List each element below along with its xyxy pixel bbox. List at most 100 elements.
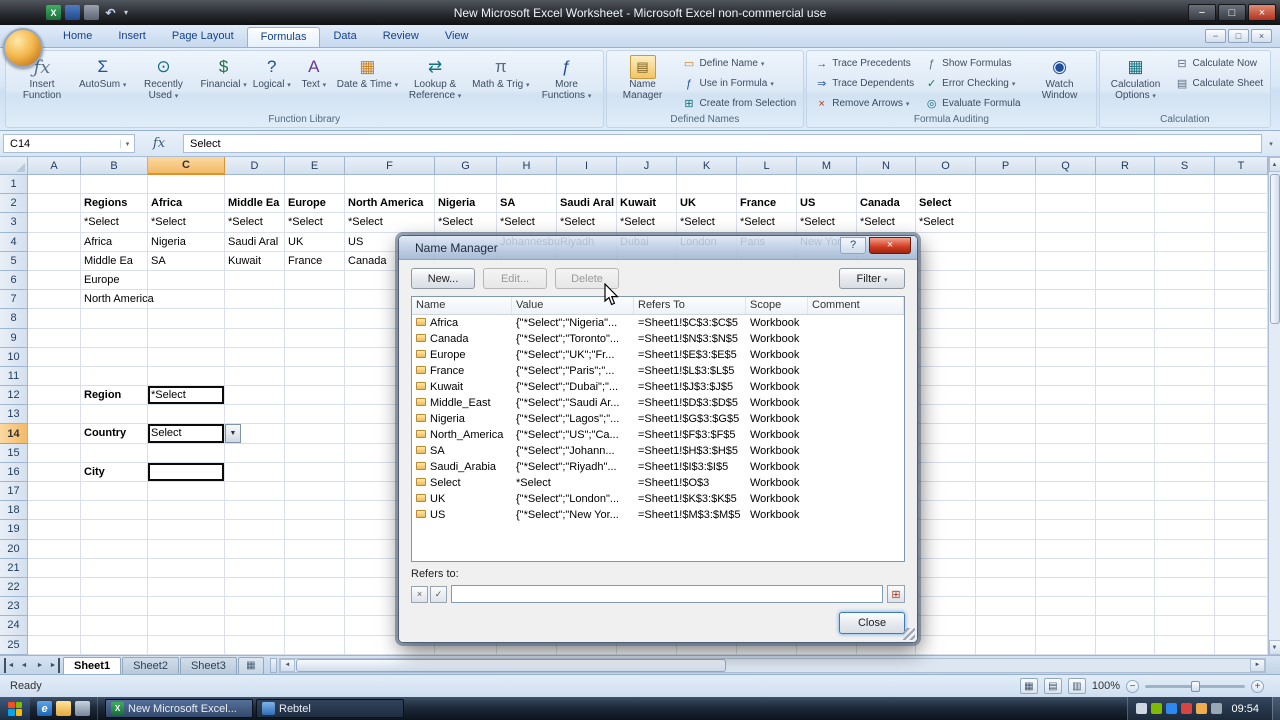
row-header-4[interactable]: 4 [0, 232, 28, 252]
name-box-caret-icon[interactable]: ▾ [120, 139, 134, 148]
tray-icon[interactable] [1151, 703, 1163, 714]
sheet-nav-first-icon[interactable]: ◄ [4, 657, 16, 673]
cell-P15[interactable] [976, 443, 1036, 463]
cell-O10[interactable] [916, 347, 976, 367]
nm-column-comment[interactable]: Comment [808, 297, 904, 314]
cell-T14[interactable] [1215, 424, 1268, 444]
cell-D25[interactable] [225, 635, 285, 655]
cell-B14[interactable]: Country [81, 424, 148, 444]
cell-T11[interactable] [1215, 366, 1268, 387]
cell-O9[interactable] [916, 328, 976, 348]
cell-R1[interactable] [1096, 175, 1155, 195]
cell-B23[interactable] [81, 597, 148, 617]
lookup-reference-button[interactable]: ⇄ Lookup & Reference ▾ [401, 53, 469, 102]
cell-P20[interactable] [976, 539, 1036, 559]
recently-used-button[interactable]: ⊙ Recently Used ▾ [129, 53, 197, 102]
cell-D16[interactable] [225, 462, 285, 482]
financial-button[interactable]: $ Financial ▾ [197, 53, 249, 91]
cell-S22[interactable] [1155, 577, 1215, 598]
column-header-D[interactable]: D [225, 157, 285, 175]
cell-S25[interactable] [1155, 635, 1215, 655]
cell-H3[interactable]: *Select [497, 213, 557, 233]
cell-T25[interactable] [1215, 635, 1268, 655]
name-manager-row-saudi_arabia[interactable]: Saudi_Arabia {"*Select";"Riyadh"... =Sheet… [412, 459, 904, 475]
column-header-S[interactable]: S [1155, 157, 1215, 175]
column-header-A[interactable]: A [28, 157, 81, 175]
cell-S2[interactable] [1155, 194, 1215, 214]
workbook-restore-button[interactable]: □ [1228, 29, 1249, 43]
cell-D18[interactable] [225, 501, 285, 521]
cell-C21[interactable] [148, 558, 225, 578]
cell-B8[interactable] [81, 309, 148, 329]
scroll-up-icon[interactable]: ▲ [1268, 157, 1280, 172]
cell-P2[interactable] [976, 194, 1036, 214]
cell-S3[interactable] [1155, 213, 1215, 233]
cell-Q7[interactable] [1036, 290, 1096, 310]
cell-T7[interactable] [1215, 290, 1268, 310]
row-header-10[interactable]: 10 [0, 347, 28, 367]
cell-S19[interactable] [1155, 520, 1215, 540]
row-header-3[interactable]: 3 [0, 213, 28, 233]
row-header-6[interactable]: 6 [0, 270, 28, 291]
column-header-M[interactable]: M [797, 157, 857, 175]
row-header-1[interactable]: 1 [0, 175, 28, 195]
start-button[interactable] [0, 697, 30, 720]
cell-A19[interactable] [28, 520, 81, 540]
cell-Q11[interactable] [1036, 366, 1096, 387]
row-header-14[interactable]: 14 [0, 424, 28, 444]
cell-O6[interactable] [916, 270, 976, 291]
office-button[interactable] [3, 28, 43, 68]
cell-A4[interactable] [28, 232, 81, 252]
cell-T18[interactable] [1215, 501, 1268, 521]
cell-H2[interactable]: SA [497, 194, 557, 214]
cell-J2[interactable]: Kuwait [617, 194, 677, 214]
cell-E4[interactable]: UK [285, 232, 345, 252]
cell-E13[interactable] [285, 405, 345, 425]
cell-O2[interactable]: Select [916, 194, 976, 214]
cell-A20[interactable] [28, 539, 81, 559]
cell-G2[interactable]: Nigeria [435, 194, 497, 214]
cell-M3[interactable]: *Select [797, 213, 857, 233]
workbook-close-button[interactable]: × [1251, 29, 1272, 43]
cell-R16[interactable] [1096, 462, 1155, 482]
cell-B11[interactable] [81, 366, 148, 387]
math-trig-button[interactable]: π Math & Trig ▾ [469, 53, 532, 91]
row-header-9[interactable]: 9 [0, 328, 28, 348]
range-picker-button[interactable]: ⊞ [887, 585, 905, 603]
cell-D10[interactable] [225, 347, 285, 367]
cell-R10[interactable] [1096, 347, 1155, 367]
cell-E18[interactable] [285, 501, 345, 521]
cell-E9[interactable] [285, 328, 345, 348]
cell-B19[interactable] [81, 520, 148, 540]
cell-Q13[interactable] [1036, 405, 1096, 425]
cell-R7[interactable] [1096, 290, 1155, 310]
calculate-now-button[interactable]: ⊟ Calculate Now [1172, 54, 1267, 73]
row-header-17[interactable]: 17 [0, 482, 28, 502]
cell-C9[interactable] [148, 328, 225, 348]
cell-Q24[interactable] [1036, 616, 1096, 636]
cell-E23[interactable] [285, 597, 345, 617]
cell-K2[interactable]: UK [677, 194, 737, 214]
cell-R4[interactable] [1096, 232, 1155, 252]
vertical-scrollbar[interactable]: ▲ ▼ [1268, 157, 1280, 655]
cell-J1[interactable] [617, 175, 677, 195]
cell-B7[interactable]: North America [81, 290, 154, 310]
cell-D23[interactable] [225, 597, 285, 617]
cell-N1[interactable] [857, 175, 916, 195]
cell-C3[interactable]: *Select [148, 213, 225, 233]
cell-D7[interactable] [225, 290, 285, 310]
cell-R25[interactable] [1096, 635, 1155, 655]
cell-P8[interactable] [976, 309, 1036, 329]
cell-C23[interactable] [148, 597, 225, 617]
cell-Q1[interactable] [1036, 175, 1096, 195]
cell-P5[interactable] [976, 251, 1036, 271]
cell-C22[interactable] [148, 577, 225, 598]
scroll-down-icon[interactable]: ▼ [1268, 640, 1280, 655]
cell-B25[interactable] [81, 635, 148, 655]
cell-S15[interactable] [1155, 443, 1215, 463]
cell-O23[interactable] [916, 597, 976, 617]
cell-C18[interactable] [148, 501, 225, 521]
cell-S17[interactable] [1155, 482, 1215, 502]
more-functions-button[interactable]: ƒ More Functions ▾ [533, 53, 601, 102]
name-manager-row-kuwait[interactable]: Kuwait {"*Select";"Dubai";"... =Sheet1!$J$… [412, 379, 904, 395]
